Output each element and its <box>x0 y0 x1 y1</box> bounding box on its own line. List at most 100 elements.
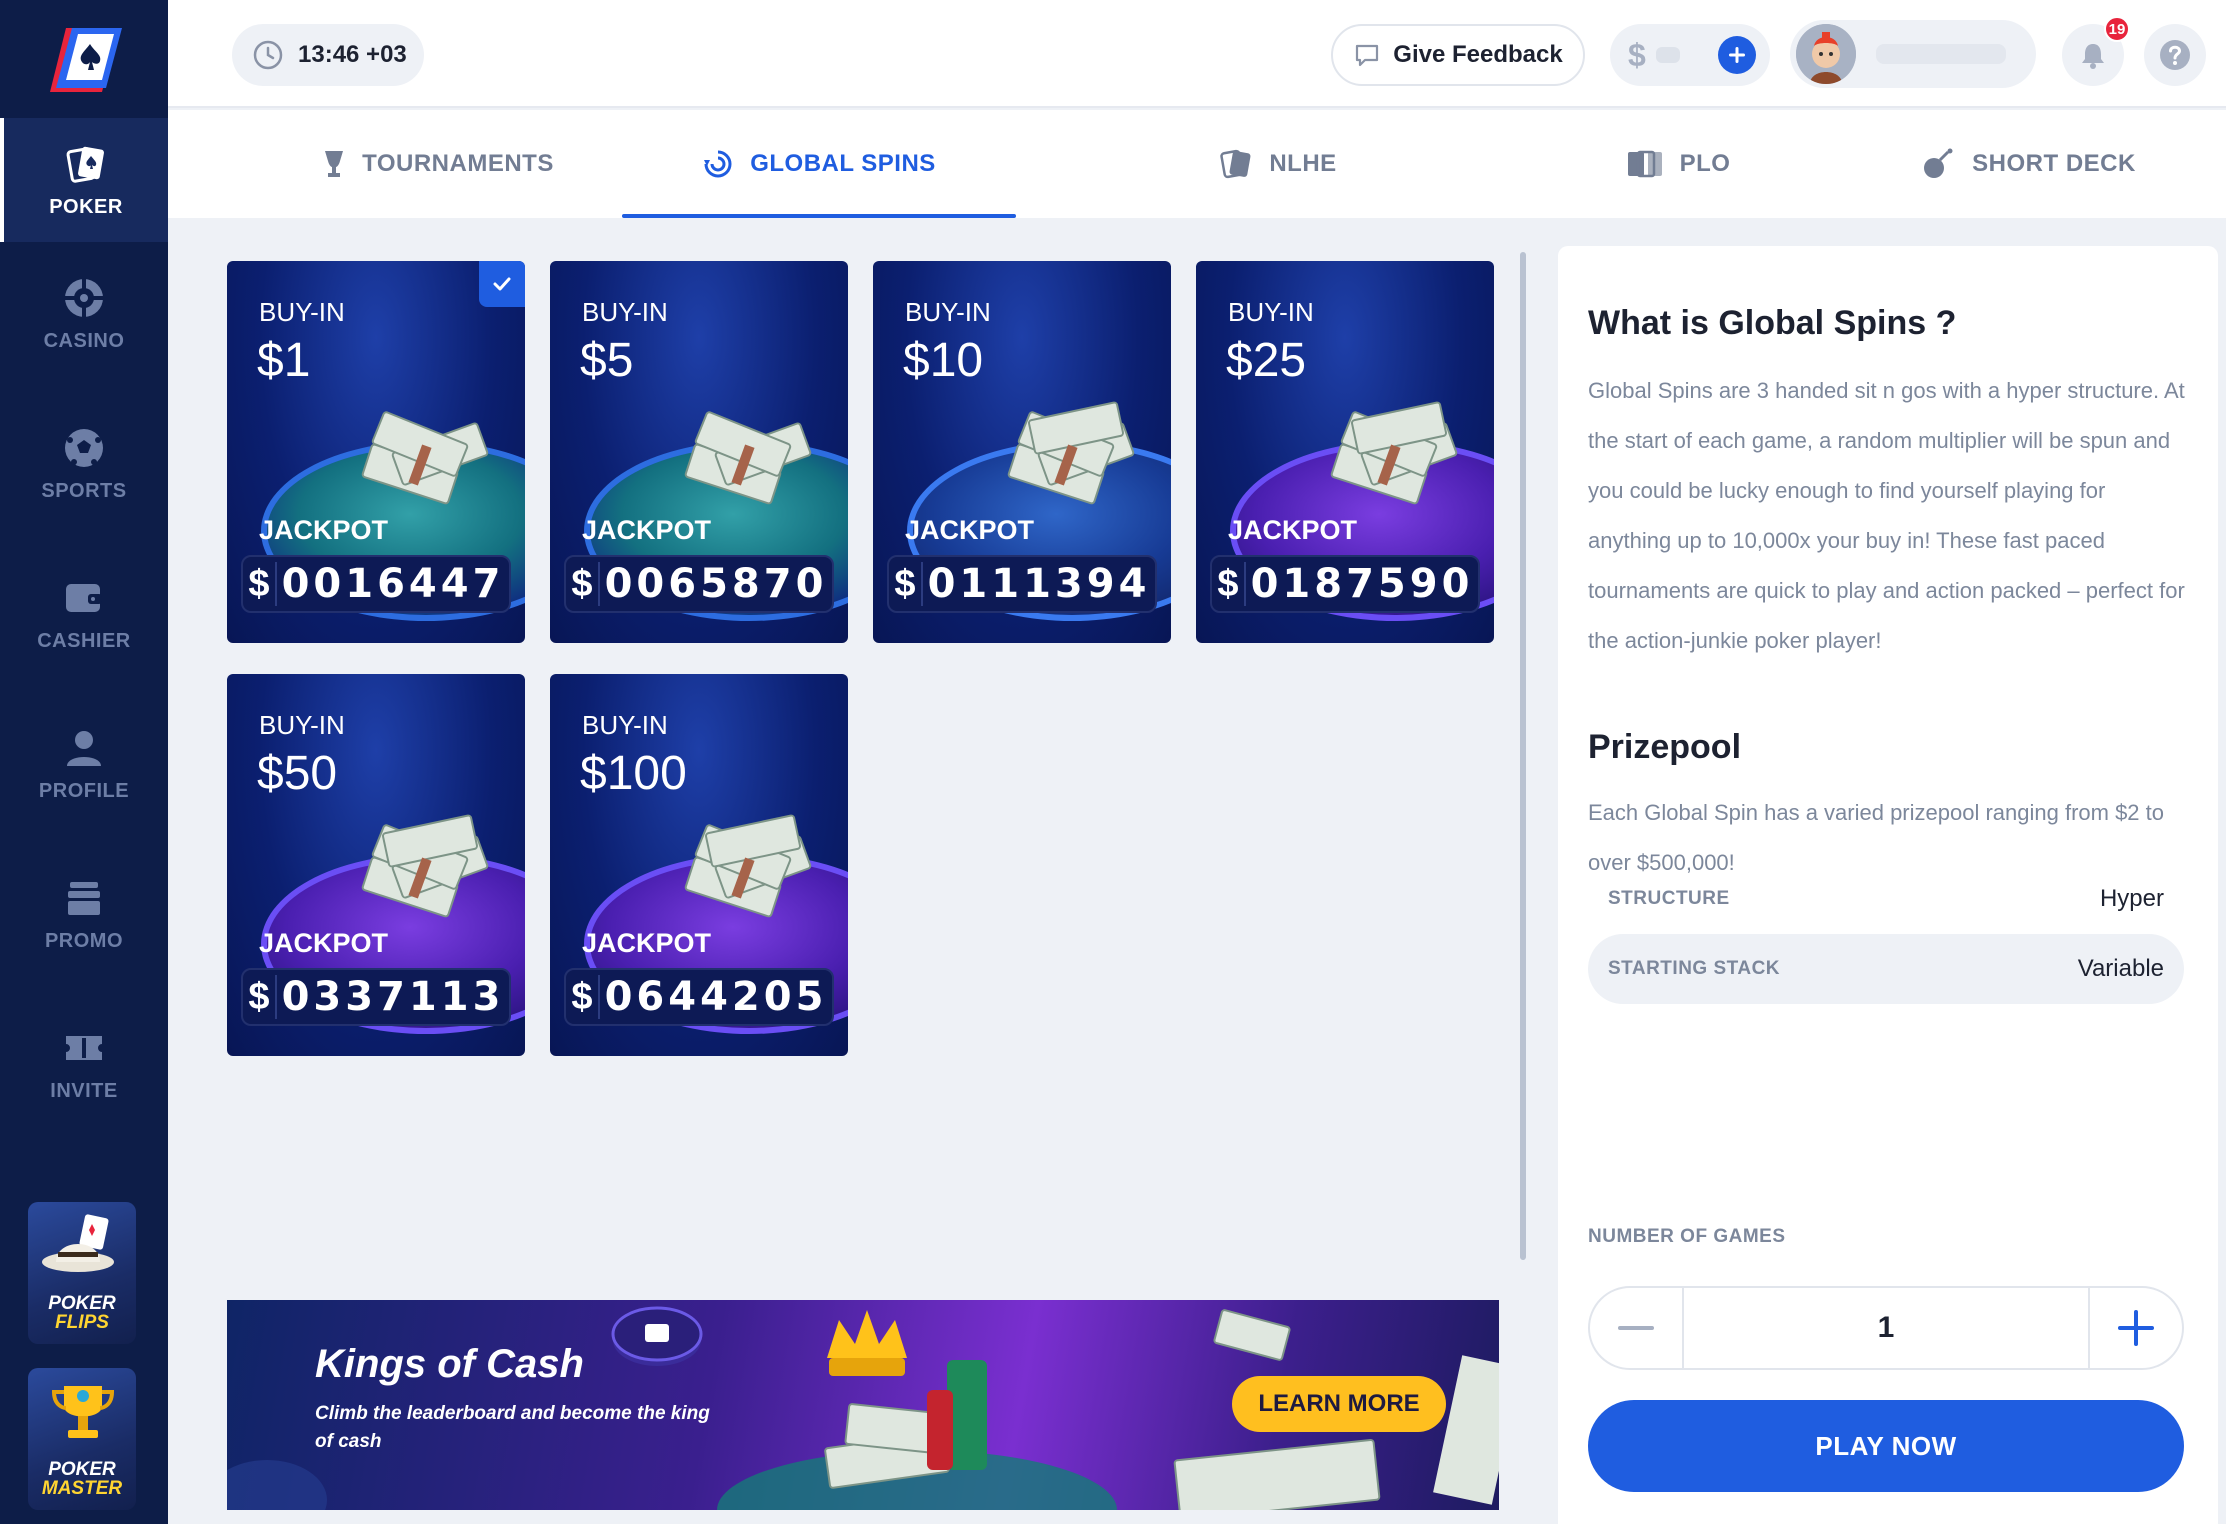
ticket-icon <box>66 1035 102 1060</box>
currency-symbol: $ <box>1628 36 1646 73</box>
spin-card-100[interactable]: BUY-IN $100 JACKPOT $ 0644205 <box>550 674 848 1056</box>
nav-sports[interactable]: SPORTS <box>0 402 168 526</box>
nav-poker[interactable]: POKER <box>0 118 168 242</box>
increment-button[interactable] <box>2088 1288 2182 1368</box>
buyin-amount: $1 <box>257 334 311 387</box>
spin-card-10[interactable]: BUY-IN $10 JACKPOT $ 0111394 <box>873 261 1171 643</box>
buyin-label: BUY-IN <box>1228 297 1314 327</box>
banner-title: Kings of Cash <box>315 1342 584 1386</box>
spin-card-5[interactable]: BUY-IN $5 JACKPOT $ 0065870 <box>550 261 848 643</box>
username-hidden <box>1876 44 2006 64</box>
buyin-amount: $50 <box>257 747 338 800</box>
nav-promo[interactable]: PROMO <box>0 852 168 976</box>
promo-line-1: POKER <box>48 1459 116 1480</box>
add-funds-button[interactable] <box>1718 36 1756 74</box>
trophy-icon <box>51 1386 115 1438</box>
stat-structure: STRUCTURE Hyper <box>1588 864 2184 934</box>
clock: 13:46 +03 <box>232 24 424 86</box>
roulette-icon <box>65 278 103 317</box>
jackpot-label: JACKPOT <box>259 515 389 545</box>
balance[interactable]: $ <box>1610 24 1770 86</box>
buyin-amount: $25 <box>1226 334 1307 387</box>
card-icon <box>1220 149 1251 179</box>
nav-label: PROMO <box>44 929 124 952</box>
give-feedback-button[interactable]: Give Feedback <box>1331 24 1585 86</box>
cash-stack-icon <box>1330 401 1458 505</box>
jackpot-label: JACKPOT <box>582 515 712 545</box>
tab-label: GLOBAL SPINS <box>750 150 936 177</box>
jackpot-counter: $ 0644205 <box>564 968 834 1026</box>
jackpot-amount: 0111394 <box>927 561 1151 607</box>
cards-scrollbar[interactable] <box>1520 252 1526 1260</box>
buyin-label: BUY-IN <box>582 297 668 327</box>
tab-plo[interactable]: PLO <box>1548 110 1808 218</box>
tab-global-spins[interactable]: GLOBAL SPINS <box>622 110 1016 218</box>
jackpot-label: JACKPOT <box>259 928 389 958</box>
nav-label: SPORTS <box>41 479 127 502</box>
stat-key: STARTING STACK <box>1608 958 1781 979</box>
tab-label: NLHE <box>1269 150 1337 177</box>
nav-profile[interactable]: PROFILE <box>0 702 168 826</box>
plus-icon <box>2118 1310 2154 1346</box>
clock-time: 13:46 +03 <box>298 41 407 68</box>
banner-subtitle: Climb the leaderboard and become the kin… <box>315 1403 710 1452</box>
cards-icon <box>1627 150 1662 178</box>
minus-icon <box>1618 1326 1654 1330</box>
top-bar: 13:46 +03 Give Feedback $ 19 <box>168 0 2226 108</box>
feedback-label: Give Feedback <box>1393 41 1563 68</box>
jackpot-currency: $ <box>566 975 600 1019</box>
chat-bubble-icon <box>1356 44 1379 67</box>
buyin-label: BUY-IN <box>259 710 345 740</box>
poker-master-tile[interactable]: POKER MASTER <box>28 1368 136 1510</box>
poker-flips-tile[interactable]: POKER FLIPS <box>28 1202 136 1344</box>
nav-cashier[interactable]: CASHIER <box>0 552 168 676</box>
app-logo[interactable] <box>44 24 124 96</box>
jackpot-currency: $ <box>1212 562 1246 606</box>
nav-label: POKER <box>49 195 123 218</box>
buyin-label: BUY-IN <box>259 297 345 327</box>
jackpot-label: JACKPOT <box>582 928 712 958</box>
cowboy-hat-icon <box>42 1214 114 1272</box>
nav-invite[interactable]: INVITE <box>0 1002 168 1126</box>
stat-value: Hyper <box>2099 885 2164 912</box>
games-quantity[interactable]: 1 <box>1684 1311 2088 1345</box>
jackpot-currency: $ <box>243 562 277 606</box>
balance-amount-hidden <box>1655 47 1680 63</box>
jackpot-amount: 0337113 <box>281 974 505 1020</box>
gift-icon <box>68 881 100 915</box>
spin-card-25[interactable]: BUY-IN $25 JACKPOT $ 0187590 <box>1196 261 1494 643</box>
info-description: Global Spins are 3 handed sit n gos with… <box>1588 378 2185 653</box>
spin-card-1[interactable]: BUY-IN $1 JACKPOT $ 0016447 <box>227 261 525 643</box>
nav-casino[interactable]: CASINO <box>0 252 168 376</box>
tab-nlhe[interactable]: NLHE <box>1148 110 1408 218</box>
play-now-button[interactable]: PLAY NOW <box>1588 1400 2184 1492</box>
promo-line-2: FLIPS <box>55 1312 109 1333</box>
number-of-games-label: NUMBER OF GAMES <box>1588 1226 1786 1247</box>
learn-more-button[interactable]: LEARN MORE <box>1232 1376 1446 1432</box>
buyin-amount: $100 <box>580 747 687 800</box>
user-menu[interactable] <box>1790 20 2036 88</box>
tab-tournaments[interactable]: TOURNAMENTS <box>308 110 568 218</box>
decrement-button[interactable] <box>1590 1288 1684 1368</box>
tab-label: PLO <box>1679 150 1731 177</box>
tab-short-deck[interactable]: SHORT DECK <box>1868 110 2188 218</box>
jackpot-amount: 0065870 <box>604 561 828 607</box>
jackpot-currency: $ <box>889 562 923 606</box>
kings-of-cash-banner[interactable]: Kings of Cash Climb the leaderboard and … <box>227 1300 1499 1510</box>
nav-label: CASHIER <box>37 629 131 652</box>
spin-card-50[interactable]: BUY-IN $50 JACKPOT $ 0337113 <box>227 674 525 1056</box>
spin-icon <box>704 150 732 178</box>
jackpot-label: JACKPOT <box>1228 515 1358 545</box>
spin-info-panel: What is Global Spins ? Global Spins are … <box>1558 246 2218 1524</box>
stat-starting-stack: STARTING STACK Variable <box>1588 934 2184 1004</box>
jackpot-counter: $ 0065870 <box>564 555 834 613</box>
selected-check-icon <box>479 261 525 307</box>
help-button[interactable] <box>2144 24 2206 86</box>
trophy-icon <box>325 151 344 177</box>
jackpot-currency: $ <box>243 975 277 1019</box>
poker-cards-icon <box>66 146 104 183</box>
question-icon <box>2160 40 2190 70</box>
nav-label: CASINO <box>43 329 125 352</box>
nav-label: INVITE <box>50 1079 118 1102</box>
buyin-amount: $10 <box>903 334 984 387</box>
